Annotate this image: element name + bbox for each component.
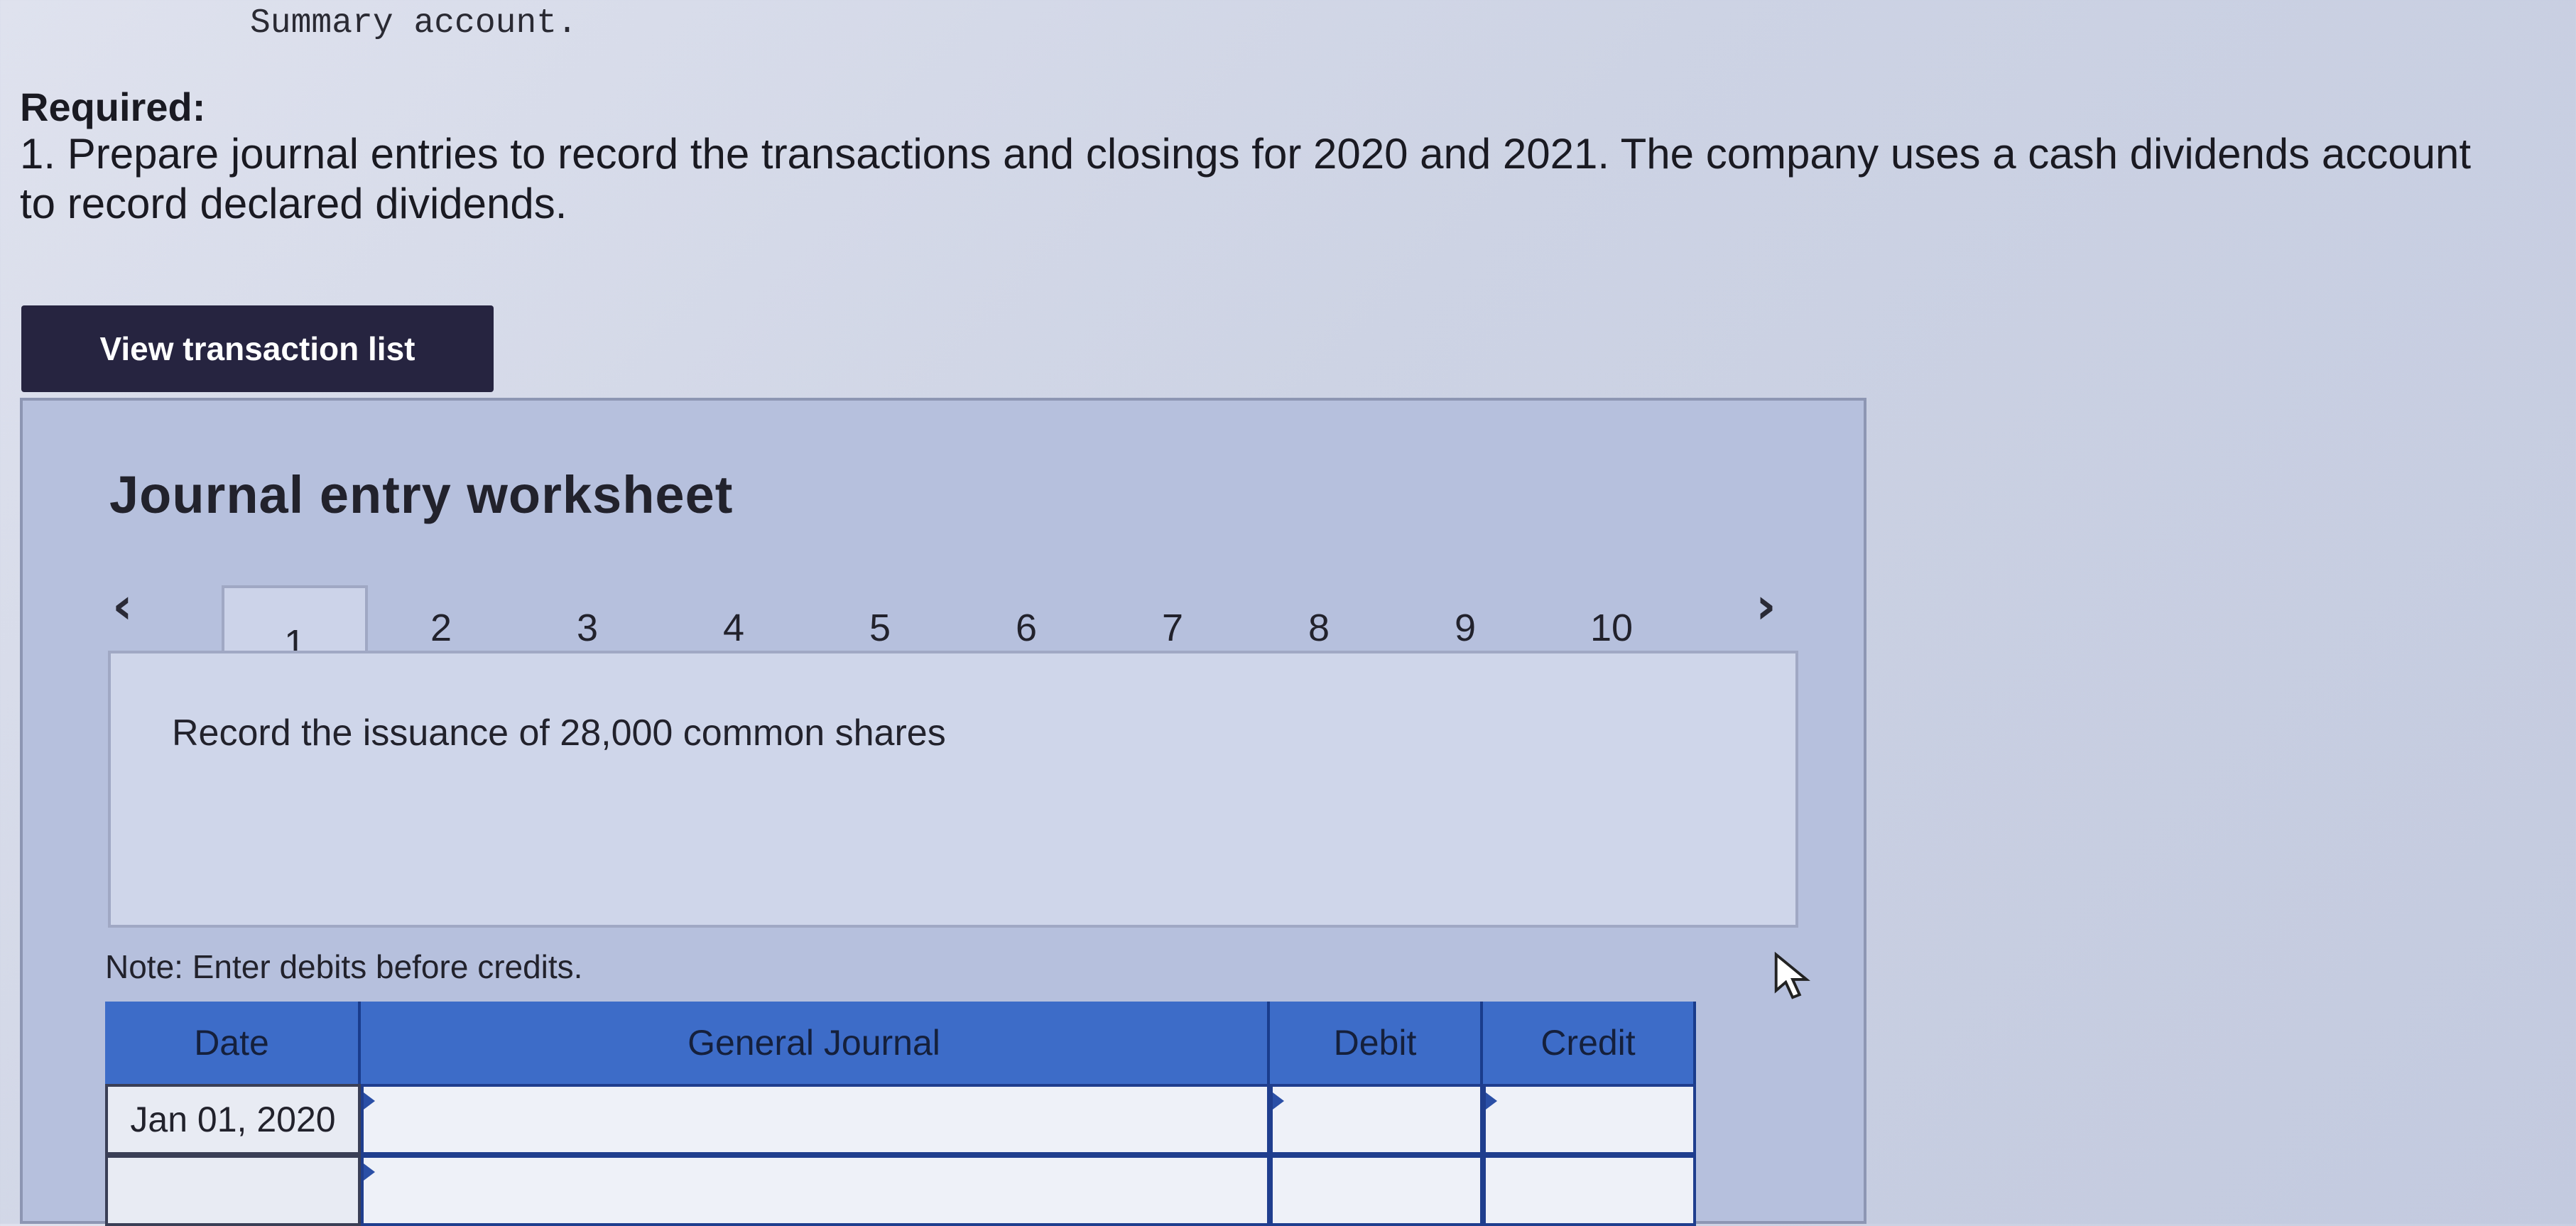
credit-input[interactable]	[1483, 1084, 1696, 1155]
note-text: Note: Enter debits before credits.	[105, 948, 583, 985]
column-header-date: Date	[105, 1002, 361, 1084]
debit-input[interactable]	[1270, 1155, 1483, 1226]
account-input[interactable]	[361, 1084, 1270, 1155]
journal-entry-worksheet: Journal entry worksheet ‹ 1 2 3 4 5 6 7 …	[20, 398, 1866, 1226]
table-row: Jan 01, 2020	[105, 1084, 1696, 1155]
required-label: Required:	[20, 85, 206, 129]
dropdown-marker-icon	[364, 1163, 375, 1181]
dropdown-marker-icon	[1273, 1092, 1284, 1110]
table-row	[105, 1155, 1696, 1226]
journal-table: Date General Journal Debit Credit Jan 01…	[105, 1002, 1696, 1226]
dropdown-marker-icon	[364, 1092, 375, 1110]
chevron-left-icon[interactable]: ‹	[112, 577, 133, 635]
transaction-description-box: Record the issuance of 28,000 common sha…	[108, 651, 1810, 999]
column-header-general-journal: General Journal	[361, 1002, 1270, 1084]
column-header-credit: Credit	[1483, 1002, 1696, 1084]
journal-header-row: Date General Journal Debit Credit	[105, 1002, 1696, 1084]
account-input[interactable]	[361, 1155, 1270, 1226]
cursor-icon	[1774, 952, 1810, 999]
worksheet-title: Journal entry worksheet	[109, 465, 734, 524]
column-header-debit: Debit	[1270, 1002, 1483, 1084]
chevron-right-icon[interactable]: ›	[1756, 577, 1776, 635]
dropdown-marker-icon	[1486, 1092, 1497, 1110]
credit-input[interactable]	[1483, 1155, 1696, 1226]
transaction-description: Record the issuance of 28,000 common sha…	[172, 712, 946, 754]
view-transaction-list-button[interactable]: View transaction list	[21, 305, 494, 392]
date-cell: Jan 01, 2020	[105, 1084, 361, 1155]
date-cell	[105, 1155, 361, 1226]
top-text: Summary account.	[250, 4, 577, 43]
instruction-text: 1. Prepare journal entries to record the…	[20, 130, 2471, 227]
debit-input[interactable]	[1270, 1084, 1483, 1155]
